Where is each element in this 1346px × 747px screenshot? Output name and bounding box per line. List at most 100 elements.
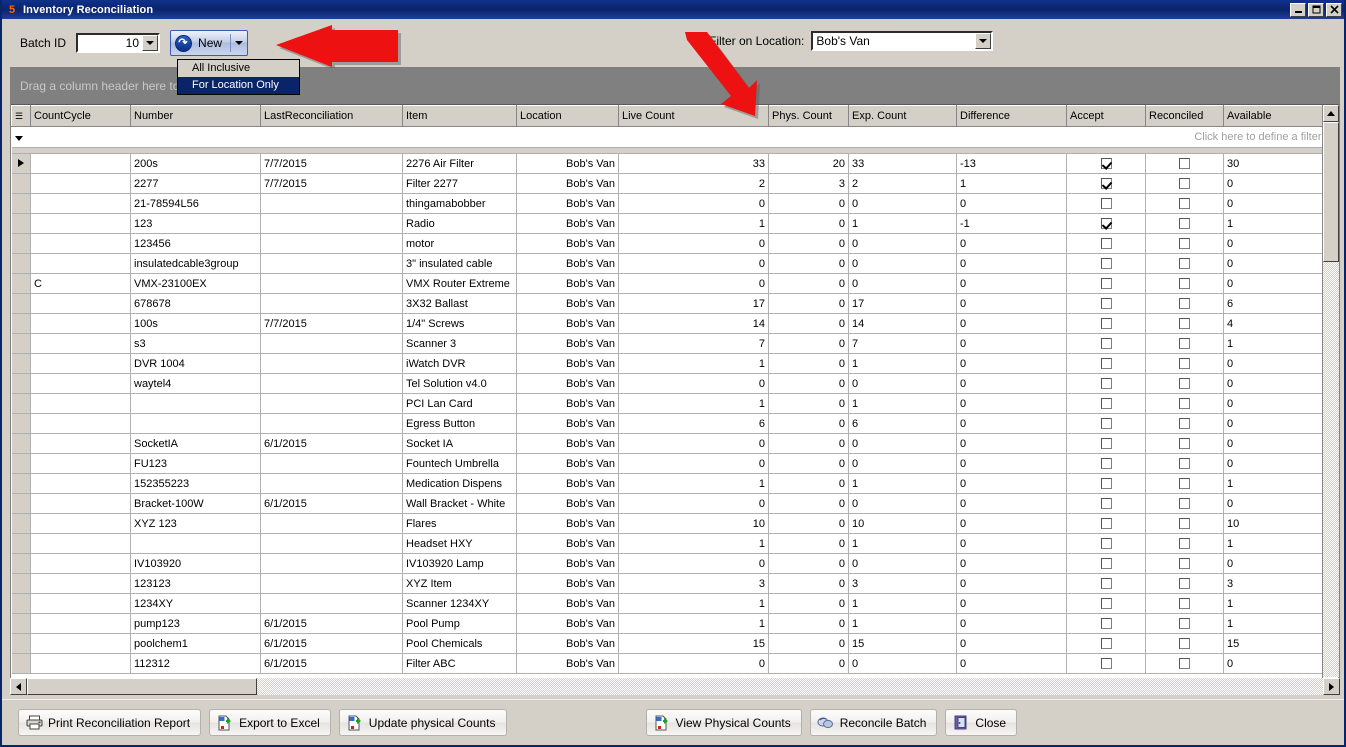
accept-checkbox[interactable]: [1100, 298, 1112, 310]
filter-funnel-icon[interactable]: [11, 126, 31, 148]
cell-accept-checkbox[interactable]: [1066, 553, 1146, 574]
cell-phys-count[interactable]: 0: [768, 233, 849, 254]
table-row[interactable]: 678678 3X32 Ballast Bob's Van 17 0 17 0 6: [11, 293, 1322, 314]
grid-filter-row[interactable]: Click here to define a filter: [11, 126, 1322, 148]
cell-phys-count[interactable]: 0: [768, 633, 849, 654]
accept-checkbox[interactable]: [1100, 258, 1112, 270]
row-indicator[interactable]: [11, 213, 31, 234]
new-button[interactable]: ↷ New: [170, 30, 249, 56]
reconciled-checkbox[interactable]: [1179, 558, 1190, 570]
reconciled-checkbox[interactable]: [1179, 158, 1190, 170]
accept-checkbox[interactable]: [1100, 458, 1112, 470]
reconciled-checkbox[interactable]: [1179, 578, 1190, 590]
table-row[interactable]: 112312 6/1/2015 Filter ABC Bob's Van 0 0 0 0 0: [11, 653, 1322, 674]
scroll-up-button[interactable]: [1323, 105, 1339, 122]
export-to-excel-button[interactable]: Export to Excel: [209, 709, 331, 736]
column-header-live-count[interactable]: Live Count: [618, 105, 769, 127]
accept-checkbox[interactable]: [1100, 278, 1112, 290]
table-row[interactable]: waytel4 Tel Solution v4.0 Bob's Van 0 0 0 0 0: [11, 373, 1322, 394]
close-button-bottom[interactable]: Close: [945, 709, 1018, 736]
table-row[interactable]: PCI Lan Card Bob's Van 1 0 1 0 0: [11, 393, 1322, 414]
accept-checkbox[interactable]: [1100, 378, 1112, 390]
reconciled-checkbox[interactable]: [1179, 598, 1190, 610]
print-reconciliation-report-button[interactable]: Print Reconciliation Report: [18, 709, 202, 736]
row-indicator[interactable]: [11, 413, 31, 434]
reconciled-checkbox[interactable]: [1179, 358, 1190, 370]
accept-checkbox[interactable]: [1100, 358, 1112, 370]
cell-accept-checkbox[interactable]: [1066, 533, 1146, 554]
cell-reconciled-checkbox[interactable]: [1145, 473, 1224, 494]
row-indicator[interactable]: [11, 653, 31, 674]
cell-accept-checkbox[interactable]: [1066, 373, 1146, 394]
reconciled-checkbox[interactable]: [1179, 398, 1190, 410]
cell-phys-count[interactable]: 0: [768, 353, 849, 374]
reconciled-checkbox[interactable]: [1179, 338, 1190, 350]
column-header-phys-count[interactable]: Phys. Count: [768, 105, 849, 127]
row-current-indicator[interactable]: [11, 153, 31, 174]
cell-reconciled-checkbox[interactable]: [1145, 633, 1224, 654]
column-header-reconciled[interactable]: Reconciled: [1145, 105, 1224, 127]
cell-accept-checkbox[interactable]: [1066, 313, 1146, 334]
cell-accept-checkbox[interactable]: [1066, 653, 1146, 674]
accept-checkbox[interactable]: [1100, 578, 1112, 590]
cell-accept-checkbox[interactable]: [1066, 413, 1146, 434]
cell-accept-checkbox[interactable]: [1066, 493, 1146, 514]
table-row[interactable]: 123123 XYZ Item Bob's Van 3 0 3 0 3: [11, 573, 1322, 594]
row-indicator[interactable]: [11, 193, 31, 214]
reconciled-checkbox[interactable]: [1179, 518, 1190, 530]
update-physical-counts-button[interactable]: Update physical Counts: [338, 709, 507, 736]
cell-phys-count[interactable]: 0: [768, 413, 849, 434]
table-row[interactable]: 200s 7/7/2015 2276 Air Filter Bob's Van 33 20…: [11, 153, 1322, 174]
cell-accept-checkbox[interactable]: [1066, 593, 1146, 614]
reconciled-checkbox[interactable]: [1179, 498, 1190, 510]
row-indicator[interactable]: [11, 473, 31, 494]
column-header-accept[interactable]: Accept: [1066, 105, 1146, 127]
column-header-number[interactable]: Number: [130, 105, 261, 127]
cell-accept-checkbox[interactable]: [1066, 293, 1146, 314]
cell-reconciled-checkbox[interactable]: [1145, 413, 1224, 434]
table-row[interactable]: Bracket-100W 6/1/2015 Wall Bracket - White…: [11, 493, 1322, 514]
table-row[interactable]: 152355223 Medication Dispens Bob's Van 1 0 1 0…: [11, 473, 1322, 494]
table-row[interactable]: 123 Radio Bob's Van 1 0 1 -1 1: [11, 213, 1322, 234]
vertical-scrollbar[interactable]: [1322, 105, 1339, 694]
cell-reconciled-checkbox[interactable]: [1145, 233, 1224, 254]
scroll-right-button[interactable]: [1323, 678, 1340, 695]
row-indicator[interactable]: [11, 553, 31, 574]
column-header-lastreconciliation[interactable]: LastReconciliation: [260, 105, 403, 127]
batch-id-combobox[interactable]: 10: [76, 33, 161, 53]
cell-accept-checkbox[interactable]: [1066, 153, 1146, 174]
row-indicator[interactable]: [11, 333, 31, 354]
reconciled-checkbox[interactable]: [1179, 318, 1190, 330]
accept-checkbox[interactable]: [1100, 238, 1112, 250]
reconciled-checkbox[interactable]: [1179, 438, 1190, 450]
column-header-difference[interactable]: Difference: [956, 105, 1067, 127]
cell-reconciled-checkbox[interactable]: [1145, 213, 1224, 234]
accept-checkbox[interactable]: [1100, 558, 1112, 570]
cell-accept-checkbox[interactable]: [1066, 233, 1146, 254]
cell-accept-checkbox[interactable]: [1066, 213, 1146, 234]
new-dropdown-toggle[interactable]: [231, 32, 246, 54]
table-row[interactable]: s3 Scanner 3 Bob's Van 7 0 7 0 1: [11, 333, 1322, 354]
cell-accept-checkbox[interactable]: [1066, 333, 1146, 354]
cell-accept-checkbox[interactable]: [1066, 273, 1146, 294]
cell-accept-checkbox[interactable]: [1066, 633, 1146, 654]
cell-phys-count[interactable]: 3: [768, 173, 849, 194]
cell-accept-checkbox[interactable]: [1066, 353, 1146, 374]
minimize-button[interactable]: [1290, 2, 1306, 17]
cell-reconciled-checkbox[interactable]: [1145, 453, 1224, 474]
row-indicator[interactable]: [11, 453, 31, 474]
cell-reconciled-checkbox[interactable]: [1145, 393, 1224, 414]
reconciled-checkbox[interactable]: [1179, 178, 1190, 190]
cell-accept-checkbox[interactable]: [1066, 393, 1146, 414]
cell-accept-checkbox[interactable]: [1066, 473, 1146, 494]
horizontal-scrollbar[interactable]: [10, 678, 1340, 695]
cell-phys-count[interactable]: 0: [768, 373, 849, 394]
reconciled-checkbox[interactable]: [1179, 538, 1190, 550]
reconciled-checkbox[interactable]: [1179, 658, 1190, 670]
cell-reconciled-checkbox[interactable]: [1145, 153, 1224, 174]
table-row[interactable]: 123456 motor Bob's Van 0 0 0 0 0: [11, 233, 1322, 254]
reconciled-checkbox[interactable]: [1179, 258, 1190, 270]
table-row[interactable]: Egress Button Bob's Van 6 0 6 0 0: [11, 413, 1322, 434]
cell-accept-checkbox[interactable]: [1066, 613, 1146, 634]
menu-item-for-location-only[interactable]: For Location Only: [178, 77, 299, 94]
